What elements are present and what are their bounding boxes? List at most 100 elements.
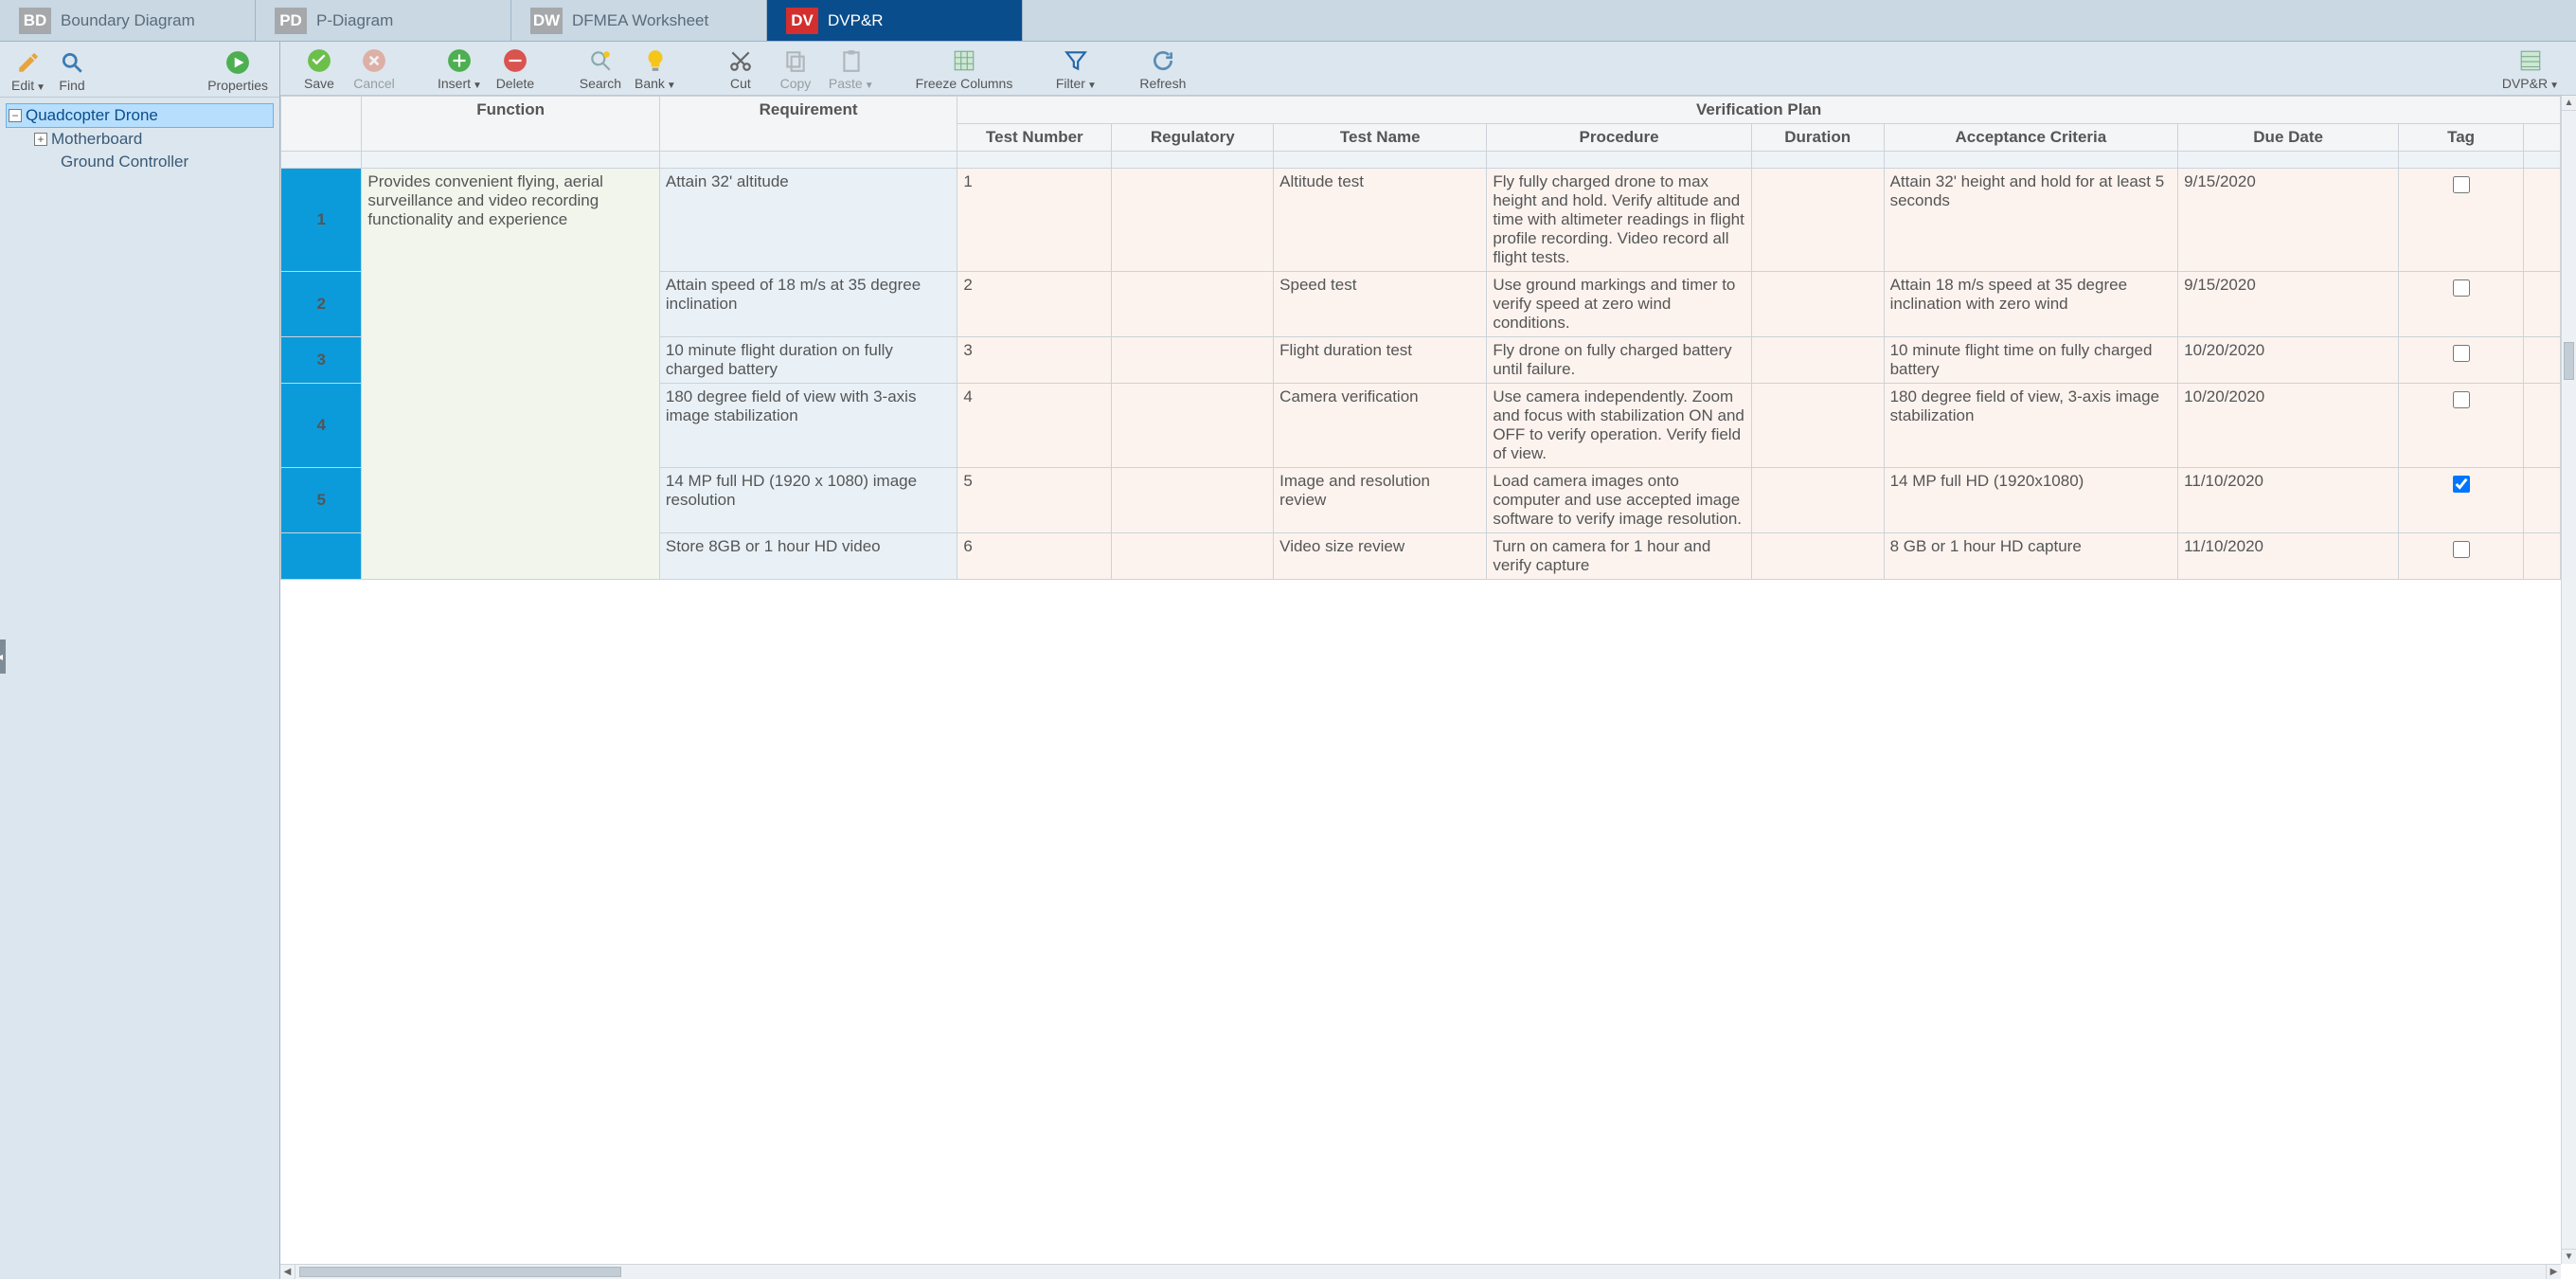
cell-test-number[interactable]: 1	[957, 169, 1112, 272]
cell-test-number[interactable]: 2	[957, 272, 1112, 337]
cell-test-name[interactable]: Camera verification	[1274, 384, 1487, 468]
cell-extra[interactable]	[2524, 533, 2561, 580]
tree-item-ground-controller[interactable]: Ground Controller	[6, 151, 274, 173]
cell-test-name[interactable]: Speed test	[1274, 272, 1487, 337]
search-button[interactable]: Search	[579, 47, 622, 91]
refresh-button[interactable]: Refresh	[1139, 47, 1186, 91]
tag-checkbox[interactable]	[2453, 476, 2470, 493]
tag-checkbox[interactable]	[2453, 345, 2470, 362]
scroll-thumb[interactable]	[2564, 342, 2574, 380]
cell-due-date[interactable]: 9/15/2020	[2178, 169, 2399, 272]
scroll-down-icon[interactable]: ▼	[2562, 1249, 2576, 1264]
col-tag[interactable]: Tag	[2399, 124, 2524, 152]
cell-procedure[interactable]: Turn on camera for 1 hour and verify cap…	[1487, 533, 1752, 580]
cell-requirement[interactable]: Attain speed of 18 m/s at 35 degree incl…	[659, 272, 957, 337]
cell-due-date[interactable]: 10/20/2020	[2178, 337, 2399, 384]
cell-requirement[interactable]: Attain 32' altitude	[659, 169, 957, 272]
scroll-thumb[interactable]	[299, 1267, 621, 1277]
properties-button[interactable]: Properties	[207, 49, 268, 93]
col-procedure[interactable]: Procedure	[1487, 124, 1752, 152]
row-number[interactable]	[281, 533, 362, 580]
cell-tag[interactable]	[2399, 337, 2524, 384]
col-regulatory[interactable]: Regulatory	[1112, 124, 1274, 152]
col-acceptance[interactable]: Acceptance Criteria	[1884, 124, 2178, 152]
cell-tag[interactable]	[2399, 468, 2524, 533]
cell-regulatory[interactable]	[1112, 337, 1274, 384]
cell-test-number[interactable]: 5	[957, 468, 1112, 533]
cell-extra[interactable]	[2524, 468, 2561, 533]
cell-acceptance[interactable]: 10 minute flight time on fully charged b…	[1884, 337, 2178, 384]
tag-checkbox[interactable]	[2453, 279, 2470, 297]
vertical-scrollbar[interactable]: ▲ ▼	[2561, 96, 2576, 1264]
cell-regulatory[interactable]	[1112, 384, 1274, 468]
filter-button[interactable]: Filter▼	[1054, 47, 1098, 91]
cell-requirement[interactable]: Store 8GB or 1 hour HD video	[659, 533, 957, 580]
cell-acceptance[interactable]: Attain 18 m/s speed at 35 degree inclina…	[1884, 272, 2178, 337]
row-number[interactable]: 2	[281, 272, 362, 337]
cell-procedure[interactable]: Fly drone on fully charged battery until…	[1487, 337, 1752, 384]
cell-tag[interactable]	[2399, 169, 2524, 272]
edit-button[interactable]: Edit▼	[11, 49, 45, 93]
cut-button[interactable]: Cut	[719, 47, 762, 91]
cell-duration[interactable]	[1751, 533, 1884, 580]
row-number[interactable]: 4	[281, 384, 362, 468]
col-function[interactable]: Function	[362, 97, 659, 152]
cell-duration[interactable]	[1751, 384, 1884, 468]
cell-test-name[interactable]: Video size review	[1274, 533, 1487, 580]
tree-item-motherboard[interactable]: + Motherboard	[6, 128, 274, 151]
scroll-left-icon[interactable]: ◀	[280, 1265, 295, 1279]
cell-duration[interactable]	[1751, 468, 1884, 533]
expand-icon[interactable]: +	[34, 133, 47, 146]
cell-test-number[interactable]: 4	[957, 384, 1112, 468]
filter-row[interactable]	[281, 152, 2561, 169]
insert-button[interactable]: Insert▼	[438, 47, 482, 91]
cell-extra[interactable]	[2524, 272, 2561, 337]
cell-procedure[interactable]: Fly fully charged drone to max height an…	[1487, 169, 1752, 272]
cell-procedure[interactable]: Use ground markings and timer to verify …	[1487, 272, 1752, 337]
cell-requirement[interactable]: 10 minute flight duration on fully charg…	[659, 337, 957, 384]
dvpr-menu-button[interactable]: DVP&R▼	[2502, 47, 2559, 91]
tree-root[interactable]: − Quadcopter Drone	[6, 103, 274, 128]
cell-due-date[interactable]: 10/20/2020	[2178, 384, 2399, 468]
copy-button[interactable]: Copy	[774, 47, 817, 91]
cell-tag[interactable]	[2399, 533, 2524, 580]
cell-requirement[interactable]: 180 degree field of view with 3-axis ima…	[659, 384, 957, 468]
cell-extra[interactable]	[2524, 169, 2561, 272]
tab-boundary-diagram[interactable]: BD Boundary Diagram	[0, 0, 256, 41]
cell-test-number[interactable]: 3	[957, 337, 1112, 384]
freeze-columns-button[interactable]: Freeze Columns	[916, 47, 1013, 91]
scroll-up-icon[interactable]: ▲	[2562, 96, 2576, 111]
col-extra[interactable]	[2524, 124, 2561, 152]
cell-acceptance[interactable]: 8 GB or 1 hour HD capture	[1884, 533, 2178, 580]
cell-regulatory[interactable]	[1112, 533, 1274, 580]
cell-due-date[interactable]: 11/10/2020	[2178, 468, 2399, 533]
cell-test-number[interactable]: 6	[957, 533, 1112, 580]
cell-acceptance[interactable]: Attain 32' height and hold for at least …	[1884, 169, 2178, 272]
grid-corner[interactable]	[281, 97, 362, 152]
horizontal-scrollbar[interactable]: ◀ ▶	[280, 1264, 2561, 1279]
cell-acceptance[interactable]: 14 MP full HD (1920x1080)	[1884, 468, 2178, 533]
col-duration[interactable]: Duration	[1751, 124, 1884, 152]
cell-duration[interactable]	[1751, 337, 1884, 384]
cell-function[interactable]: Provides convenient flying, aerial surve…	[362, 169, 659, 580]
cell-due-date[interactable]: 11/10/2020	[2178, 533, 2399, 580]
scroll-right-icon[interactable]: ▶	[2546, 1265, 2561, 1279]
cell-regulatory[interactable]	[1112, 272, 1274, 337]
row-number[interactable]: 5	[281, 468, 362, 533]
row-number[interactable]: 3	[281, 337, 362, 384]
tab-dfmea-worksheet[interactable]: DW DFMEA Worksheet	[511, 0, 767, 41]
tag-checkbox[interactable]	[2453, 176, 2470, 193]
col-requirement[interactable]: Requirement	[659, 97, 957, 152]
col-due-date[interactable]: Due Date	[2178, 124, 2399, 152]
cell-tag[interactable]	[2399, 272, 2524, 337]
cell-tag[interactable]	[2399, 384, 2524, 468]
row-number[interactable]: 1	[281, 169, 362, 272]
cell-test-name[interactable]: Image and resolution review	[1274, 468, 1487, 533]
col-test-name[interactable]: Test Name	[1274, 124, 1487, 152]
cell-test-name[interactable]: Flight duration test	[1274, 337, 1487, 384]
cell-procedure[interactable]: Use camera independently. Zoom and focus…	[1487, 384, 1752, 468]
cell-regulatory[interactable]	[1112, 169, 1274, 272]
cancel-button[interactable]: Cancel	[352, 47, 396, 91]
tag-checkbox[interactable]	[2453, 391, 2470, 408]
tag-checkbox[interactable]	[2453, 541, 2470, 558]
